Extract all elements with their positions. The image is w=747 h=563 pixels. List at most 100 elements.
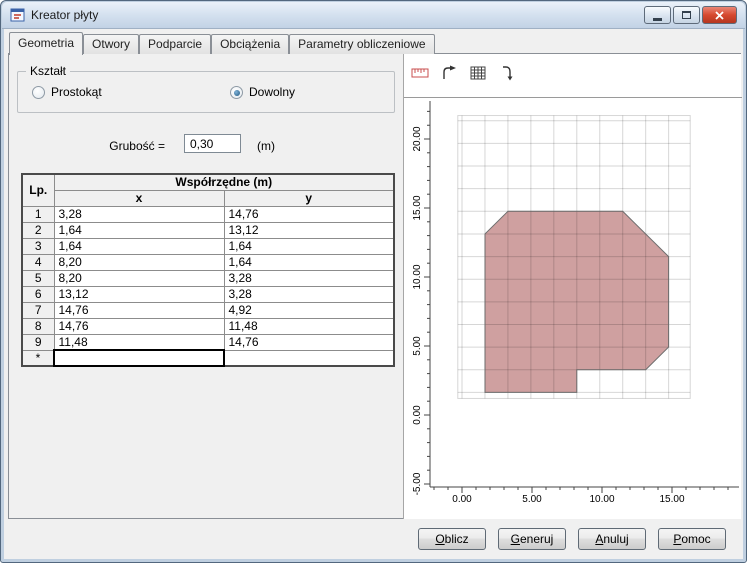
radio-label: Dowolny [249, 85, 296, 99]
radio-prostokat[interactable]: Prostokąt [32, 85, 102, 99]
radio-dowolny[interactable]: Dowolny [230, 85, 295, 99]
hook-arrow-button[interactable] [496, 63, 518, 83]
table-row: 5 8,20 3,28 [21, 269, 395, 287]
cell-x[interactable]: 14,76 [53, 317, 225, 335]
grid-icon [470, 66, 486, 80]
shape-groupbox: Kształt Prostokąt Dowolny [17, 64, 395, 113]
cell-y[interactable] [223, 349, 395, 367]
cell-y[interactable]: 14,76 [223, 333, 395, 351]
thickness-label: Grubość = [109, 139, 165, 153]
cell-y[interactable]: 1,64 [223, 237, 395, 255]
row-header[interactable]: * [21, 349, 55, 367]
cell-x[interactable]: 11,48 [53, 333, 225, 351]
hook-arrow-icon [503, 66, 513, 81]
row-header[interactable]: 3 [21, 237, 55, 255]
cell-y[interactable]: 3,28 [223, 269, 395, 287]
tab-obciazenia[interactable]: Obciążenia [211, 34, 290, 54]
cell-y[interactable]: 1,64 [223, 253, 395, 271]
minimize-button[interactable] [644, 6, 671, 24]
row-header[interactable]: 1 [21, 205, 55, 223]
table-row: 2 1,64 13,12 [21, 221, 395, 239]
cell-x[interactable]: 14,76 [53, 301, 225, 319]
row-header[interactable]: 6 [21, 285, 55, 303]
dimension-ruler-button[interactable] [409, 63, 431, 83]
cell-y[interactable]: 11,48 [223, 317, 395, 335]
svg-text:0.00: 0.00 [452, 494, 472, 505]
col-header-lp: Lp. [21, 173, 55, 207]
pomoc-button[interactable]: Pomoc [658, 528, 726, 550]
row-header[interactable]: 8 [21, 317, 55, 335]
cell-x[interactable]: 13,12 [53, 285, 225, 303]
table-header-row: Lp. Współrzędne (m) [21, 173, 395, 207]
plot-panel: 20.00 15.00 10.00 5.00 0.00 -5.00 0.00 5.00 10.0… [403, 54, 742, 519]
cell-x[interactable]: 3,28 [53, 205, 225, 223]
generuj-button[interactable]: Generuj [498, 528, 566, 550]
rotate-arrow-icon [443, 65, 456, 79]
row-header[interactable]: 4 [21, 253, 55, 271]
close-icon [715, 10, 724, 20]
svg-text:20.00: 20.00 [412, 126, 423, 151]
cell-x[interactable]: 8,20 [53, 269, 225, 287]
dialog-window: Kreator płyty Geometria Otwory Podparcie… [0, 0, 747, 563]
minimize-icon [653, 17, 662, 21]
col-header-x: x [53, 189, 225, 207]
shape-group-title: Kształt [26, 64, 71, 78]
titlebar[interactable]: Kreator płyty [2, 2, 745, 29]
window-title: Kreator płyty [31, 8, 99, 22]
row-header[interactable]: 9 [21, 333, 55, 351]
tab-podparcie[interactable]: Podparcie [139, 34, 212, 54]
table-row: 1 3,28 14,76 [21, 205, 395, 223]
pomoc-label: Pomoc [673, 532, 711, 546]
svg-text:5.00: 5.00 [522, 494, 542, 505]
cell-y[interactable]: 3,28 [223, 285, 395, 303]
window-controls [644, 6, 737, 24]
plot-toolbar [409, 63, 518, 83]
oblicz-label: Oblicz [435, 532, 469, 546]
cell-x[interactable]: 1,64 [53, 221, 225, 239]
svg-text:10.00: 10.00 [412, 264, 423, 289]
radio-label: Prostokąt [51, 85, 102, 99]
cell-x[interactable]: 8,20 [53, 253, 225, 271]
table-row: 7 14,76 4,92 [21, 301, 395, 319]
footer-buttons: Oblicz Generuj Anuluj Pomoc [1, 528, 737, 550]
app-icon [10, 7, 26, 23]
close-button[interactable] [702, 6, 737, 24]
svg-text:15.00: 15.00 [659, 494, 684, 505]
svg-text:0.00: 0.00 [412, 405, 423, 425]
cell-y[interactable]: 13,12 [223, 221, 395, 239]
radio-icon [230, 85, 243, 99]
rotate-button[interactable] [438, 63, 460, 83]
svg-text:10.00: 10.00 [589, 494, 614, 505]
cell-y[interactable]: 4,92 [223, 301, 395, 319]
thickness-input[interactable] [184, 134, 241, 153]
tab-bar: Geometria Otwory Podparcie Obciążenia Pa… [9, 32, 435, 55]
anuluj-label: Anuluj [595, 532, 629, 546]
table-row: 3 1,64 1,64 [21, 237, 395, 255]
maximize-icon [682, 11, 691, 19]
tab-parametry-obliczeniowe[interactable]: Parametry obliczeniowe [289, 34, 435, 54]
table-row: 6 13,12 3,28 [21, 285, 395, 303]
table-row: * [21, 349, 395, 367]
col-header-y: y [223, 189, 395, 207]
row-header[interactable]: 5 [21, 269, 55, 287]
tab-otwory[interactable]: Otwory [83, 34, 140, 54]
cell-x[interactable]: 1,64 [53, 237, 225, 255]
radio-icon [32, 85, 45, 99]
cell-x-active[interactable] [53, 349, 225, 367]
cell-y[interactable]: 14,76 [223, 205, 395, 223]
table-row: 8 14,76 11,48 [21, 317, 395, 335]
tab-geometria[interactable]: Geometria [9, 32, 84, 55]
grid-toggle-button[interactable] [467, 63, 489, 83]
coordinates-table: Lp. Współrzędne (m) x y 1 3,28 14,76 2 1… [21, 173, 395, 367]
table-subheader-row: x y [22, 189, 395, 207]
svg-text:-5.00: -5.00 [412, 472, 423, 495]
plot-canvas[interactable]: 20.00 15.00 10.00 5.00 0.00 -5.00 0.00 5.00 10.0… [404, 98, 742, 519]
table-row: 9 11,48 14,76 [21, 333, 395, 351]
maximize-button[interactable] [673, 6, 700, 24]
row-header[interactable]: 7 [21, 301, 55, 319]
thickness-unit: (m) [257, 139, 275, 153]
oblicz-button[interactable]: Oblicz [418, 528, 486, 550]
row-header[interactable]: 2 [21, 221, 55, 239]
anuluj-button[interactable]: Anuluj [578, 528, 646, 550]
svg-text:15.00: 15.00 [412, 195, 423, 220]
